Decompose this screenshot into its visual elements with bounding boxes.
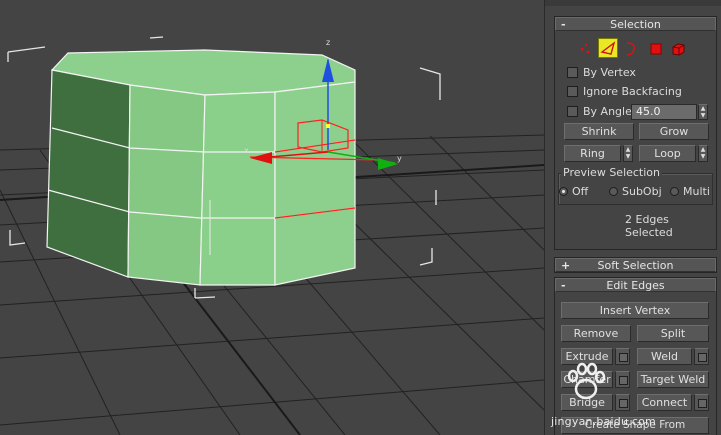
preview-off-label: Off [572,184,589,198]
angle-spinner[interactable]: ▲ ▼ [698,104,708,120]
by-vertex-option[interactable]: By Vertex [567,64,636,80]
baidu-paw-logo [567,362,606,400]
preview-selection-title: Preview Selection [561,166,663,179]
ignore-backfacing-checkbox[interactable] [567,85,578,97]
insert-vertex-button[interactable]: Insert Vertex [561,302,709,319]
axis-y-label: y [397,154,402,163]
border-level-icon[interactable] [621,39,641,59]
perspective-viewport[interactable]: z x y [0,0,544,435]
by-angle-option[interactable]: By Angle: [567,103,636,119]
preview-off-radio[interactable] [559,186,568,196]
angle-value-field[interactable]: 45.0 [631,104,697,120]
rollout-title: Selection [610,18,661,31]
panel-top-strip [545,0,721,6]
remove-button[interactable]: Remove [561,325,631,342]
preview-multi-label: Multi [683,184,710,198]
loop-button[interactable]: Loop [639,145,696,162]
octagonal-cylinder [46,49,356,286]
collapse-sign: - [561,279,566,292]
soft-selection-rollout-header[interactable]: + Soft Selection [555,258,716,272]
expand-sign: + [561,259,571,272]
selection-status: 2 Edges Selected [625,213,673,239]
rollout-title: Soft Selection [597,259,674,272]
edit-edges-rollout-header[interactable]: - Edit Edges [555,278,716,292]
watermark-text: jingyan.baidu.com [551,415,656,428]
modify-panel: - Selection By Vertex Ignore Backfacing [544,0,721,435]
polygon-level-icon[interactable] [647,39,667,59]
grow-button[interactable]: Grow [639,123,709,140]
viewport-scene [0,36,544,435]
ignore-backfacing-label: Ignore Backfacing [583,84,682,98]
preview-subobj-radio[interactable] [609,186,618,196]
rollout-title: Edit Edges [606,279,665,292]
by-angle-checkbox[interactable] [567,105,578,117]
selection-rollout: - Selection By Vertex Ignore Backfacing [554,16,717,250]
loop-spinner[interactable]: ▲ ▼ [698,145,708,162]
by-vertex-checkbox[interactable] [567,66,578,78]
soft-selection-rollout: + Soft Selection [554,257,717,273]
preview-off-option[interactable]: Off [559,183,588,199]
axis-x-label: x [244,146,249,155]
ring-spinner[interactable]: ▲ ▼ [623,145,633,162]
by-vertex-label: By Vertex [583,65,636,79]
watermark: jingyan.baidu.com [545,360,721,435]
preview-subobj-label: SubObj [622,184,662,198]
shrink-button[interactable]: Shrink [564,123,634,140]
collapse-sign: - [561,18,566,31]
preview-multi-option[interactable]: Multi [670,183,710,199]
edge-level-icon[interactable] [598,38,618,58]
selection-rollout-header[interactable]: - Selection [555,17,716,31]
element-level-icon[interactable] [669,39,689,59]
vertex-level-icon[interactable] [575,39,595,59]
by-angle-label: By Angle: [583,104,636,118]
ignore-backfacing-option[interactable]: Ignore Backfacing [567,83,682,99]
ring-button[interactable]: Ring [564,145,621,162]
preview-multi-radio[interactable] [670,186,679,196]
split-button[interactable]: Split [637,325,709,342]
axis-z-label: z [326,38,331,47]
preview-subobj-option[interactable]: SubObj [609,183,662,199]
